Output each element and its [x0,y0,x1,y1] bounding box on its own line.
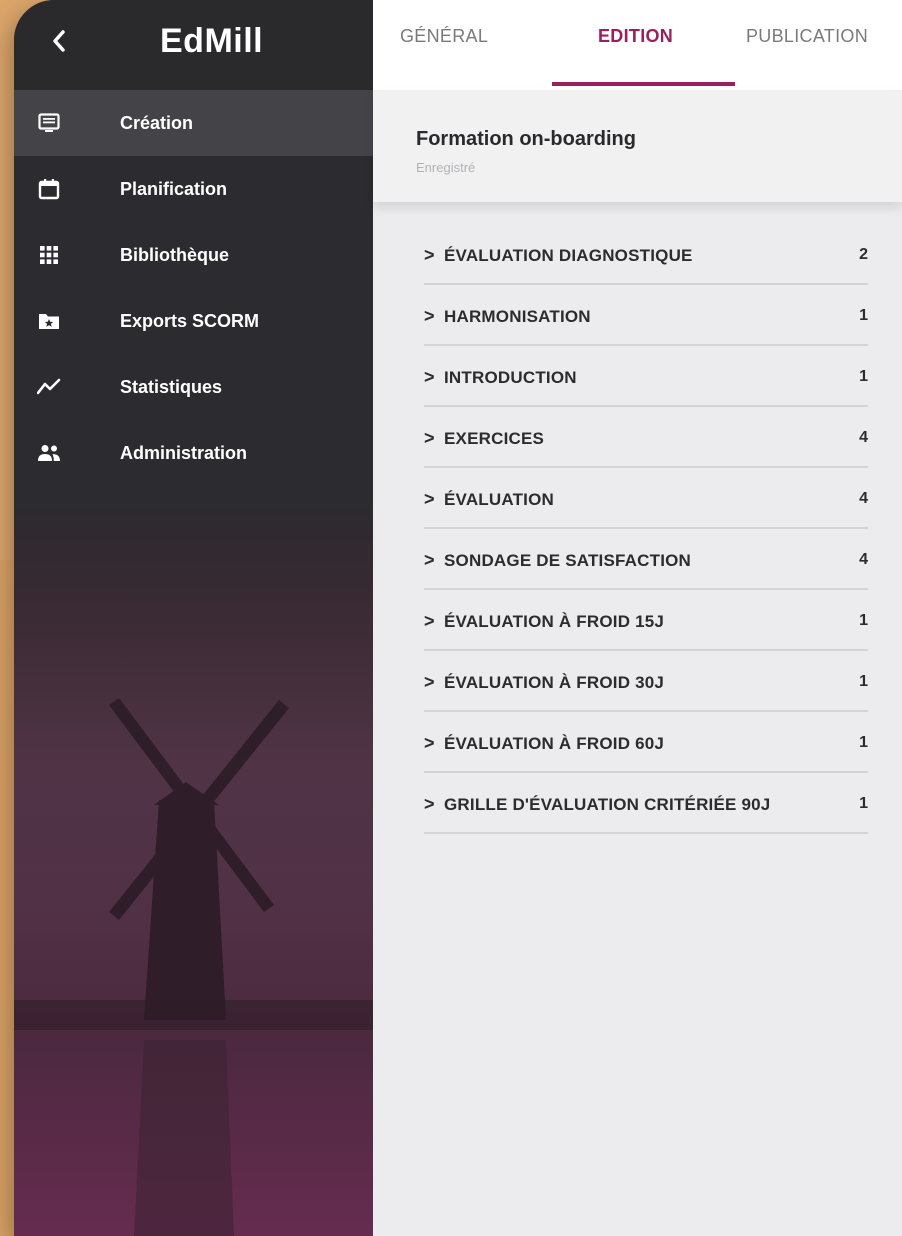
windmill-illustration [14,560,373,1236]
section-label: HARMONISATION [444,307,591,326]
trend-line-icon [36,375,62,399]
section-list: > ÉVALUATION DIAGNOSTIQUE 2 > HARMONISAT… [373,202,902,834]
section-row[interactable]: > GRILLE D'ÉVALUATION CRITÉRIÉE 90J 1 [424,773,868,834]
section-row[interactable]: > EXERCICES 4 [424,407,868,468]
sidebar-item-bibliotheque[interactable]: Bibliothèque [14,222,373,288]
sidebar: EdMill Création Planification Bibliothèq… [14,0,373,1236]
section-row[interactable]: > ÉVALUATION À FROID 15J 1 [424,590,868,651]
sidebar-item-planification[interactable]: Planification [14,156,373,222]
chevron-right-icon: > [424,611,435,631]
section-label: ÉVALUATION À FROID 15J [444,612,665,631]
calendar-icon [36,177,62,201]
sidebar-item-label: Exports SCORM [120,310,260,331]
section-count: 1 [859,612,868,629]
section-count: 1 [859,307,868,324]
sidebar-item-label: Planification [120,178,228,199]
tab-bar: GÉNÉRAL EDITION PUBLICATION [373,0,902,90]
section-row[interactable]: > ÉVALUATION DIAGNOSTIQUE 2 [424,224,868,285]
section-count: 1 [859,734,868,751]
section-row[interactable]: > ÉVALUATION À FROID 30J 1 [424,651,868,712]
section-count: 4 [859,551,868,568]
section-label: ÉVALUATION [444,490,554,509]
chevron-right-icon: > [424,733,435,753]
chevron-right-icon: > [424,550,435,570]
section-count: 1 [859,795,868,812]
sidebar-item-creation[interactable]: Création [14,90,373,156]
folder-star-icon [36,309,62,333]
section-label: ÉVALUATION À FROID 30J [444,673,665,692]
section-row[interactable]: > HARMONISATION 1 [424,285,868,346]
sidebar-item-exports-scorm[interactable]: Exports SCORM [14,288,373,354]
section-row[interactable]: > ÉVALUATION À FROID 60J 1 [424,712,868,773]
tab-edition[interactable]: EDITION [598,26,673,47]
chevron-right-icon: > [424,489,435,509]
chevron-right-icon: > [424,794,435,814]
monitor-icon [36,111,62,135]
section-row[interactable]: > INTRODUCTION 1 [424,346,868,407]
app-window: EdMill Création Planification Bibliothèq… [14,0,902,1236]
people-icon [36,441,62,465]
active-tab-indicator [552,82,735,86]
sidebar-item-administration[interactable]: Administration [14,420,373,486]
main-panel: GÉNÉRAL EDITION PUBLICATION Formation on… [373,0,902,1236]
chevron-right-icon: > [424,306,435,326]
tab-general[interactable]: GÉNÉRAL [400,26,488,47]
section-count: 1 [859,368,868,385]
sidebar-nav: Création Planification Bibliothèque Expo… [14,90,373,510]
document-header: Formation on-boarding Enregistré [373,90,902,202]
chevron-right-icon: > [424,428,435,448]
sidebar-item-label: Administration [120,442,248,463]
chevron-right-icon: > [424,672,435,692]
section-count: 1 [859,673,868,690]
section-row[interactable]: > ÉVALUATION 4 [424,468,868,529]
tab-publication[interactable]: PUBLICATION [746,26,868,47]
section-label: ÉVALUATION À FROID 60J [444,734,665,753]
section-label: ÉVALUATION DIAGNOSTIQUE [444,246,693,265]
document-title: Formation on-boarding [416,128,636,150]
sidebar-item-label: Statistiques [120,376,223,397]
section-label: SONDAGE DE SATISFACTION [444,551,692,570]
grid-icon [36,243,62,267]
sidebar-header: EdMill [14,0,373,90]
chevron-right-icon: > [424,367,435,387]
chevron-right-icon: > [424,245,435,265]
back-button[interactable] [44,26,74,56]
save-status: Enregistré [416,160,476,175]
chevron-left-icon [53,30,65,52]
section-label: EXERCICES [444,429,545,448]
section-count: 2 [859,246,868,263]
sidebar-item-label: Bibliothèque [120,244,229,265]
section-label: INTRODUCTION [444,368,577,387]
sidebar-item-statistiques[interactable]: Statistiques [14,354,373,420]
section-count: 4 [859,490,868,507]
app-logo: EdMill [160,22,264,60]
sidebar-item-label: Création [120,112,194,133]
section-count: 4 [859,429,868,446]
section-label: GRILLE D'ÉVALUATION CRITÉRIÉE 90J [444,795,771,814]
section-row[interactable]: > SONDAGE DE SATISFACTION 4 [424,529,868,590]
